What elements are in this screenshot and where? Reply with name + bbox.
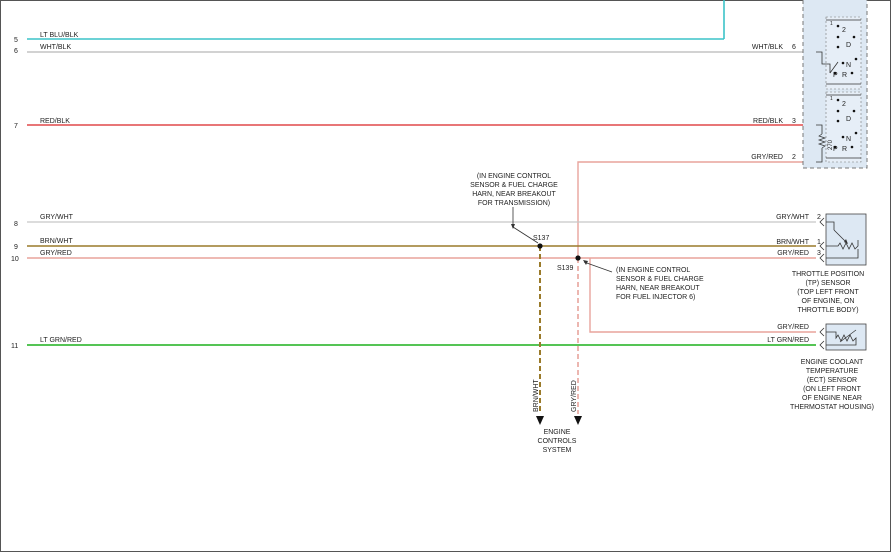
svg-text:ENGINE COOLANT: ENGINE COOLANT <box>801 359 864 366</box>
ect-sensor-label: ENGINE COOLANT TEMPERATURE (ECT) SENSOR … <box>790 359 874 411</box>
svg-text:(ON LEFT FRONT: (ON LEFT FRONT <box>803 386 862 393</box>
svg-text:R: R <box>842 146 847 153</box>
svg-text:HARN, NEAR BREAKOUT: HARN, NEAR BREAKOUT <box>616 285 700 292</box>
svg-text:(ECT) SENSOR: (ECT) SENSOR <box>807 377 857 384</box>
svg-text:SENSOR & FUEL CHARGE: SENSOR & FUEL CHARGE <box>470 182 558 189</box>
vertical-wire-label: BRN/WHT <box>533 379 540 412</box>
circuit-number: 8 <box>14 221 18 228</box>
wire-label-left: GRY/RED <box>40 250 72 257</box>
circuit-number: 9 <box>14 244 18 251</box>
pin-number: 2 <box>817 214 821 221</box>
svg-text:2: 2 <box>842 27 846 34</box>
circuit-number: 7 <box>14 123 18 130</box>
svg-text:SYSTEM: SYSTEM <box>543 447 572 454</box>
wire-label-left: LT BLU/BLK <box>40 32 79 39</box>
circuit-number: 10 <box>11 256 19 263</box>
wire-label-right: GRY/RED <box>751 154 783 161</box>
resistor-value: 270 <box>828 139 834 150</box>
svg-text:D: D <box>846 116 851 123</box>
ect-sensor <box>825 323 867 351</box>
engine-controls-destination: ENGINE CONTROLS SYSTEM <box>538 429 577 454</box>
s137-note: (IN ENGINE CONTROL SENSOR & FUEL CHARGE … <box>470 173 558 207</box>
pin-number: 1 <box>817 239 821 246</box>
vertical-wire-label: GRY/RED <box>571 380 578 412</box>
splice-s139-label: S139 <box>557 265 573 272</box>
svg-text:D: D <box>846 42 851 49</box>
svg-text:SENSOR & FUEL CHARGE: SENSOR & FUEL CHARGE <box>616 276 704 283</box>
wire-label-right: LT GRN/RED <box>767 337 809 344</box>
svg-text:(IN ENGINE CONTROL: (IN ENGINE CONTROL <box>616 267 690 274</box>
wire-label-left: BRN/WHT <box>40 238 73 245</box>
wire-label-left: RED/BLK <box>40 118 70 125</box>
wire-label-right: RED/BLK <box>753 118 783 125</box>
diagram-border <box>0 0 891 552</box>
throttle-position-sensor <box>825 213 867 266</box>
svg-text:N: N <box>846 136 851 143</box>
circuit-number: 6 <box>14 48 18 55</box>
splice-s139-dot <box>575 255 581 261</box>
arrow-gry-red <box>574 416 582 425</box>
svg-text:1: 1 <box>830 96 833 102</box>
s139-note: (IN ENGINE CONTROL SENSOR & FUEL CHARGE … <box>616 267 704 301</box>
svg-text:(TOP LEFT FRONT: (TOP LEFT FRONT <box>797 289 859 296</box>
svg-text:THERMOSTAT HOUSING): THERMOSTAT HOUSING) <box>790 404 874 411</box>
splice-s137-dot <box>537 243 543 249</box>
arrow-brn-wht <box>536 416 544 425</box>
wire-label-right: WHT/BLK <box>752 44 783 51</box>
left-labels: 5 LT BLU/BLK 6 WHT/BLK 7 RED/BLK 8 GRY/W… <box>11 32 82 350</box>
svg-text:OF ENGINE NEAR: OF ENGINE NEAR <box>802 395 862 402</box>
circuit-number: 11 <box>11 343 18 350</box>
wire-label-left: GRY/WHT <box>40 214 74 221</box>
wire-label-left: LT GRN/RED <box>40 337 82 344</box>
pin-number: 3 <box>792 118 796 125</box>
pin-number: 6 <box>792 44 796 51</box>
wire-label-right: GRY/RED <box>777 324 809 331</box>
svg-text:CONTROLS: CONTROLS <box>538 438 577 445</box>
svg-text:N: N <box>846 62 851 69</box>
svg-text:THROTTLE POSITION: THROTTLE POSITION <box>792 271 864 278</box>
s139-leader <box>583 261 613 273</box>
svg-text:(TP) SENSOR: (TP) SENSOR <box>805 280 850 287</box>
wire-label-right: GRY/RED <box>777 250 809 257</box>
svg-text:FOR FUEL INJECTOR 6): FOR FUEL INJECTOR 6) <box>616 294 695 301</box>
circuit-number: 5 <box>14 37 18 44</box>
pin-number: 2 <box>792 154 796 161</box>
tp-sensor-label: THROTTLE POSITION (TP) SENSOR (TOP LEFT … <box>792 271 864 314</box>
svg-text:TEMPERATURE: TEMPERATURE <box>806 368 859 375</box>
ect-sensor-box <box>825 323 867 351</box>
wire-label-left: WHT/BLK <box>40 44 71 51</box>
wire-label-right: BRN/WHT <box>776 239 809 246</box>
wire-label-right: GRY/WHT <box>776 214 810 221</box>
wiring-diagram: 5 LT BLU/BLK 6 WHT/BLK 7 RED/BLK 8 GRY/W… <box>0 0 891 552</box>
svg-text:(IN ENGINE CONTROL: (IN ENGINE CONTROL <box>477 173 551 180</box>
svg-text:HARN, NEAR BREAKOUT: HARN, NEAR BREAKOUT <box>472 191 556 198</box>
svg-text:1: 1 <box>830 21 833 27</box>
svg-text:R: R <box>842 72 847 79</box>
svg-text:THROTTLE BODY): THROTTLE BODY) <box>797 307 858 314</box>
pin-number: 3 <box>817 250 821 257</box>
transmission-range-switch: 1 2 D N P R 1 2 D N P R 270 <box>802 0 868 169</box>
splice-s137-label: S137 <box>533 235 549 242</box>
svg-text:ENGINE: ENGINE <box>544 429 571 436</box>
svg-text:2: 2 <box>842 101 846 108</box>
svg-text:OF ENGINE, ON: OF ENGINE, ON <box>802 298 855 305</box>
svg-text:FOR TRANSMISSION): FOR TRANSMISSION) <box>478 200 550 207</box>
